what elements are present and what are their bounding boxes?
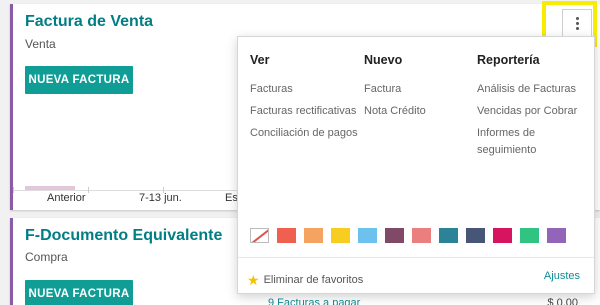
card-dropdown-menu: Ver Facturas Facturas rectificativas Con… bbox=[237, 36, 595, 294]
vertical-ellipsis-icon bbox=[575, 17, 579, 30]
color-swatch[interactable] bbox=[385, 228, 404, 243]
color-swatch[interactable] bbox=[493, 228, 512, 243]
remove-favorite-button[interactable]: ★ Eliminar de favoritos bbox=[247, 272, 364, 288]
color-swatch[interactable] bbox=[304, 228, 323, 243]
card-subtitle: Compra bbox=[25, 250, 68, 264]
bills-to-pay-link[interactable]: 9 Facturas a pagar bbox=[268, 297, 360, 305]
color-swatch[interactable] bbox=[331, 228, 350, 243]
color-swatch[interactable] bbox=[358, 228, 377, 243]
menu-column-reporting: Reportería Análisis de Facturas Vencidas… bbox=[477, 53, 587, 164]
menu-heading: Nuevo bbox=[364, 53, 403, 67]
color-swatch[interactable] bbox=[277, 228, 296, 243]
card-title[interactable]: F-Documento Equivalente bbox=[25, 227, 222, 245]
star-icon: ★ bbox=[247, 272, 260, 288]
new-invoice-button[interactable]: NUEVA FACTURA bbox=[25, 280, 133, 305]
color-swatch[interactable] bbox=[547, 228, 566, 243]
color-swatch[interactable] bbox=[439, 228, 458, 243]
menu-item-credit-notes[interactable]: Facturas rectificativas bbox=[250, 103, 360, 120]
menu-heading: Reportería bbox=[477, 53, 540, 67]
menu-item-new-invoice[interactable]: Factura bbox=[364, 81, 474, 98]
color-swatch[interactable] bbox=[520, 228, 539, 243]
new-invoice-button[interactable]: NUEVA FACTURA bbox=[25, 66, 133, 94]
menu-item-invoice-analysis[interactable]: Análisis de Facturas bbox=[477, 81, 587, 98]
menu-column-new: Nuevo Factura Nota Crédito bbox=[364, 53, 474, 125]
menu-item-overdue-receivables[interactable]: Vencidas por Cobrar bbox=[477, 103, 587, 120]
menu-heading: Ver bbox=[250, 53, 270, 67]
menu-item-invoices[interactable]: Facturas bbox=[250, 81, 360, 98]
chart-labels: Anterior 7-13 jun. Est bbox=[13, 192, 243, 206]
remove-favorite-label: Eliminar de favoritos bbox=[263, 274, 364, 286]
menu-item-followup-reports[interactable]: Informes de seguimiento bbox=[477, 125, 587, 159]
color-swatch[interactable] bbox=[412, 228, 431, 243]
chart-label-week: 7-13 jun. bbox=[139, 192, 182, 204]
menu-item-new-credit-note[interactable]: Nota Crédito bbox=[364, 103, 474, 120]
mini-bar-chart bbox=[13, 154, 239, 193]
chart-axis bbox=[13, 190, 239, 191]
color-picker bbox=[250, 228, 566, 243]
menu-column-view: Ver Facturas Facturas rectificativas Con… bbox=[250, 53, 360, 147]
color-swatch[interactable] bbox=[466, 228, 485, 243]
card-title[interactable]: Factura de Venta bbox=[25, 13, 153, 31]
chart-label-previous: Anterior bbox=[47, 192, 86, 204]
settings-link[interactable]: Ajustes bbox=[544, 270, 580, 282]
menu-divider bbox=[238, 257, 594, 258]
color-swatch-none[interactable] bbox=[250, 228, 269, 243]
bills-amount: $ 0,00 bbox=[547, 297, 578, 305]
card-subtitle: Venta bbox=[25, 37, 56, 51]
kebab-menu-button[interactable] bbox=[562, 9, 592, 37]
menu-item-reconciliation[interactable]: Conciliación de pagos bbox=[250, 125, 360, 142]
